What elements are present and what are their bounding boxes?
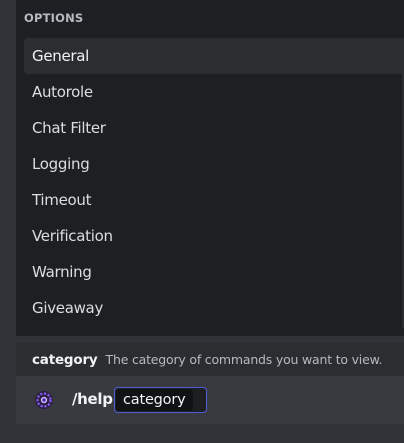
- option-item-general[interactable]: General: [24, 38, 404, 74]
- option-item-chat-filter[interactable]: Chat Filter: [24, 110, 404, 146]
- parameter-hint-bar: category The category of commands you wa…: [16, 343, 404, 376]
- option-item-verification[interactable]: Verification: [24, 218, 404, 254]
- option-item-timeout[interactable]: Timeout: [24, 182, 404, 218]
- option-item-autorole[interactable]: Autorole: [24, 74, 404, 110]
- hint-param-name: category: [32, 351, 98, 368]
- options-panel: OPTIONS General Autorole Chat Filter Log…: [16, 0, 404, 336]
- command-name: /help: [72, 390, 113, 408]
- command-input-bar[interactable]: /help category: [16, 376, 404, 424]
- option-item-warning[interactable]: Warning: [24, 254, 404, 290]
- hint-param-description: The category of commands you want to vie…: [105, 352, 383, 367]
- option-item-giveaway[interactable]: Giveaway: [24, 290, 404, 326]
- param-value[interactable]: category: [116, 389, 194, 411]
- options-header: OPTIONS: [24, 11, 84, 25]
- option-list: General Autorole Chat Filter Logging Tim…: [24, 38, 404, 326]
- option-item-logging[interactable]: Logging: [24, 146, 404, 182]
- bot-avatar-icon: [34, 390, 54, 410]
- param-text-area[interactable]: [195, 389, 206, 411]
- param-input[interactable]: category: [114, 387, 207, 413]
